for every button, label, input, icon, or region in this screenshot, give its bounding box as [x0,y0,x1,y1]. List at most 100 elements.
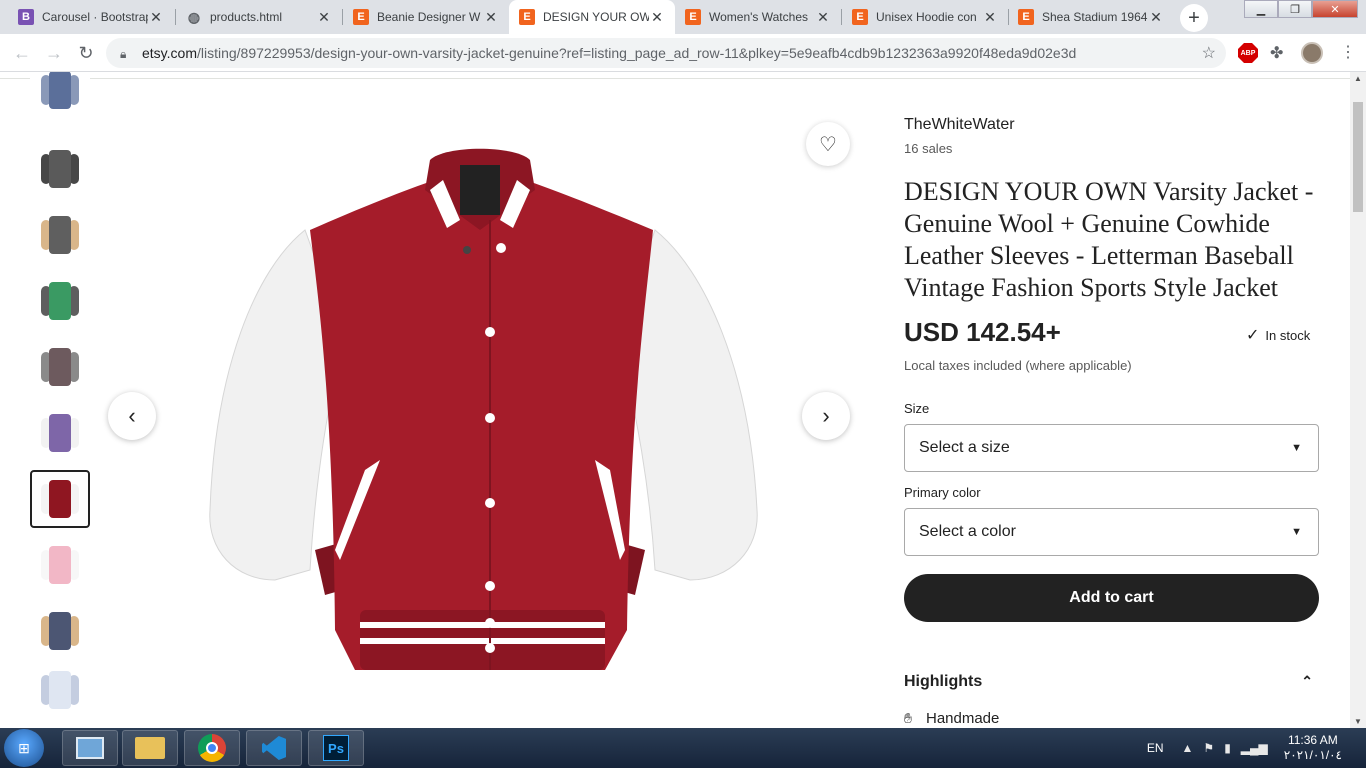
language-indicator[interactable]: EN [1147,741,1164,755]
size-select[interactable]: Select a size ▼ [904,424,1319,472]
caret-down-icon: ▼ [1291,442,1302,454]
color-select[interactable]: Select a color ▼ [904,508,1319,556]
tab-design-your-own[interactable]: E DESIGN YOUR OWN ✕ [509,0,675,34]
tab-womens-watches[interactable]: E Women's Watches ✕ [675,0,841,34]
new-tab-button[interactable]: + [1180,4,1208,32]
listing-title: DESIGN YOUR OWN Varsity Jacket - Genuine… [904,177,1314,302]
close-icon[interactable]: ✕ [649,9,665,26]
jacket-thumbnail-image [39,542,81,588]
close-icon[interactable]: ✕ [982,9,998,26]
jacket-thumbnail-image [39,278,81,324]
thumbnail-4[interactable] [30,272,90,330]
highlights-toggle[interactable]: Highlights ⌃ [904,673,1319,691]
globe-icon: ◍ [187,8,201,25]
jacket-thumbnail-image [39,344,81,390]
minimize-button[interactable]: ▁ [1244,0,1278,18]
scroll-up-arrow-icon[interactable]: ▲ [1354,74,1362,83]
jacket-thumbnail-image [39,146,81,192]
color-select-value: Select a color [919,523,1016,540]
tab-products-html[interactable]: ◍ products.html ✕ [176,0,342,34]
menu-kebab-icon[interactable]: ⋮ [1340,42,1356,62]
next-image-button[interactable]: › [802,392,850,440]
price: USD 142.54+ [904,317,1061,347]
close-icon[interactable]: ✕ [316,9,332,26]
previous-image-button[interactable]: ‹ [108,392,156,440]
tab-unisex-hoodie[interactable]: E Unisex Hoodie con ✕ [842,0,1008,34]
tab-title: Carousel · Bootstrap [42,10,148,24]
caret-down-icon: ▼ [1291,526,1302,538]
monitor-icon [76,737,104,759]
clock-time: 11:36 AM [1287,733,1338,747]
divider [0,78,1350,79]
handmade-label: Handmade [925,710,1000,727]
primary-color-label: Primary color [904,485,981,500]
hand-icon: ✋︎ [904,710,912,726]
scrollbar-thumb[interactable] [1353,102,1363,212]
etsy-listing-page: ‹ › ♡ TheWhiteWater 16 sales DESIGN YOUR… [0,72,1350,728]
browser-toolbar: ← → ↻ 🔒︎ etsy.com /listing/897229953/des… [0,34,1366,72]
tab-title: DESIGN YOUR OWN [543,10,649,24]
close-icon[interactable]: ✕ [815,9,831,26]
tax-note: Local taxes included (where applicable) [904,358,1132,373]
vscode-icon [262,736,286,760]
add-to-cart-button[interactable]: Add to cart [904,574,1319,622]
size-select-value: Select a size [919,439,1010,456]
shop-name-link[interactable]: TheWhiteWater [904,116,1015,134]
page-scrollbar[interactable]: ▲ ▼ [1350,72,1366,728]
taskbar-desktop-app[interactable] [62,730,118,766]
reload-icon[interactable]: ↻ [74,41,98,65]
close-icon[interactable]: ✕ [1148,9,1164,26]
clock-date: ٢٠٢١/٠١/٠٤ [1283,748,1342,762]
taskbar-photoshop[interactable]: Ps [308,730,364,766]
show-hidden-icons-icon[interactable]: ▲ [1182,741,1194,755]
tab-title: Women's Watches [709,10,808,24]
size-label: Size [904,401,930,416]
system-clock[interactable]: 11:36 AM ٢٠٢١/٠١/٠٤ [1284,733,1342,763]
close-window-button[interactable]: ✕ [1312,0,1358,18]
etsy-icon: E [353,9,369,25]
lock-icon: 🔒︎ [120,47,127,61]
thumbnail-10[interactable] [30,668,90,712]
scroll-down-arrow-icon[interactable]: ▼ [1354,717,1362,726]
jacket-thumbnail-image [39,667,81,713]
thumbnail-5[interactable] [30,338,90,396]
thumbnail-2[interactable] [30,140,90,198]
close-icon[interactable]: ✕ [148,9,164,26]
jacket-thumbnail-image [39,476,81,522]
checkmark-icon: ✓ [1246,327,1260,344]
bookmark-star-icon[interactable]: ☆ [1202,43,1216,63]
tab-beanie-designer[interactable]: E Beanie Designer W ✕ [343,0,509,34]
adblock-plus-icon[interactable]: ABP [1238,43,1258,63]
battery-icon[interactable]: ▮ [1224,741,1231,755]
action-center-flag-icon[interactable]: ⚑ [1203,741,1214,755]
address-bar[interactable]: 🔒︎ etsy.com /listing/897229953/design-yo… [106,38,1226,68]
jacket-thumbnail-image [39,212,81,258]
taskbar-vscode[interactable] [246,730,302,766]
start-button[interactable]: ⊞ [4,729,44,767]
handmade-highlight: ✋︎ Handmade [904,710,999,727]
thumbnail-7[interactable] [30,470,90,528]
etsy-icon: E [1018,9,1034,25]
taskbar-chrome[interactable] [184,730,240,766]
maximize-button[interactable]: ❐ [1278,0,1312,18]
thumbnail-1[interactable] [30,72,90,109]
tab-shea-stadium[interactable]: E Shea Stadium 1964 ✕ [1008,0,1174,34]
tab-carousel-bootstrap[interactable]: B Carousel · Bootstrap ✕ [8,0,174,34]
thumbnail-8[interactable] [30,536,90,594]
forward-arrow-icon[interactable]: → [42,41,66,65]
network-signal-icon[interactable]: ▂▄▆ [1241,741,1268,755]
folder-icon [135,737,165,759]
thumbnail-3[interactable] [30,206,90,264]
sales-count: 16 sales [904,141,953,156]
taskbar-file-explorer[interactable] [122,730,178,766]
close-icon[interactable]: ✕ [483,9,499,26]
thumbnail-9[interactable] [30,602,90,660]
favorite-heart-button[interactable]: ♡ [806,122,850,166]
thumbnail-6[interactable] [30,404,90,462]
url-path: /listing/897229953/design-your-own-varsi… [196,45,1077,61]
back-arrow-icon[interactable]: ← [10,41,34,65]
extensions-puzzle-icon[interactable]: ✤ [1270,43,1283,63]
window-controls: ▁ ❐ ✕ [1244,0,1358,18]
browser-tab-strip: B Carousel · Bootstrap ✕ ◍ products.html… [0,0,1366,34]
profile-avatar[interactable] [1301,42,1323,64]
